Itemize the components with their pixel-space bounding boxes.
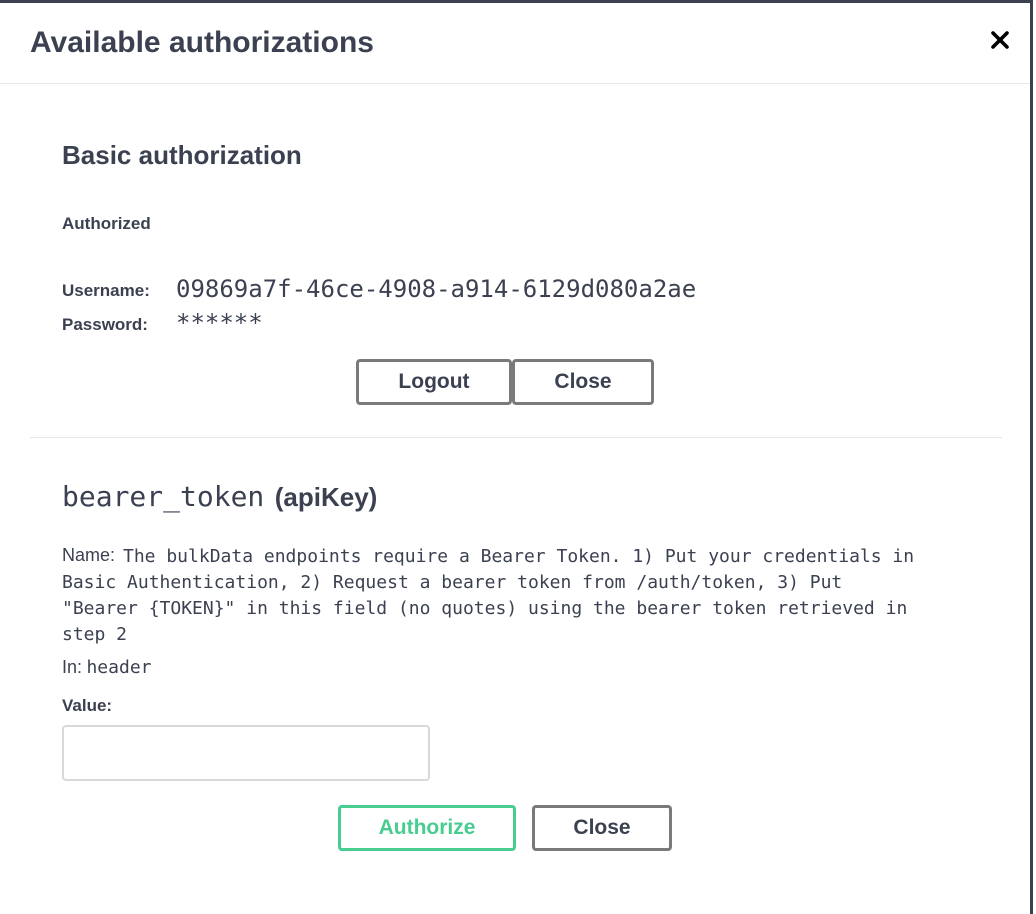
name-line: "Bearer {TOKEN}" in this field (no quote… [62,598,908,619]
basic-auth-section: Basic authorization [62,140,302,171]
basic-auth-status: Authorized [62,214,151,233]
bearer-heading-name: bearer_token [62,480,265,513]
close-icon[interactable] [988,28,1012,52]
name-line: Basic Authentication, 2) Request a beare… [62,572,843,593]
password-row: Password: ****** [62,309,263,337]
bearer-heading-type: (apiKey) [274,482,378,512]
bearer-in-value: header [86,657,152,678]
username-label: Username: [62,281,150,300]
password-value: ****** [176,309,263,337]
bearer-in-row: In: header [62,657,152,678]
bearer-name-value: The bulkData endpoints require a Bearer … [62,544,914,648]
basic-close-button[interactable]: Close [512,359,654,405]
bearer-in-label: In: [62,657,83,677]
password-label: Password: [62,315,148,334]
name-line: The bulkData endpoints require a Bearer … [123,546,915,567]
username-row: Username: 09869a7f-46ce-4908-a914-6129d0… [62,275,696,303]
bearer-value-input[interactable] [62,725,430,781]
dialog-header: Available authorizations [0,3,1030,84]
bearer-heading: bearer_token (apiKey) [62,480,377,513]
auth-dialog: Available authorizations Basic authoriza… [0,0,1033,914]
bearer-close-button[interactable]: Close [532,805,672,851]
name-line: step 2 [62,624,128,645]
authorize-button[interactable]: Authorize [338,805,516,851]
bearer-value-label: Value: [62,696,113,715]
basic-auth-heading: Basic authorization [62,140,302,170]
section-divider [30,437,1002,438]
dialog-title: Available authorizations [30,26,374,59]
username-value: 09869a7f-46ce-4908-a914-6129d080a2ae [176,275,697,303]
logout-button[interactable]: Logout [356,359,512,405]
